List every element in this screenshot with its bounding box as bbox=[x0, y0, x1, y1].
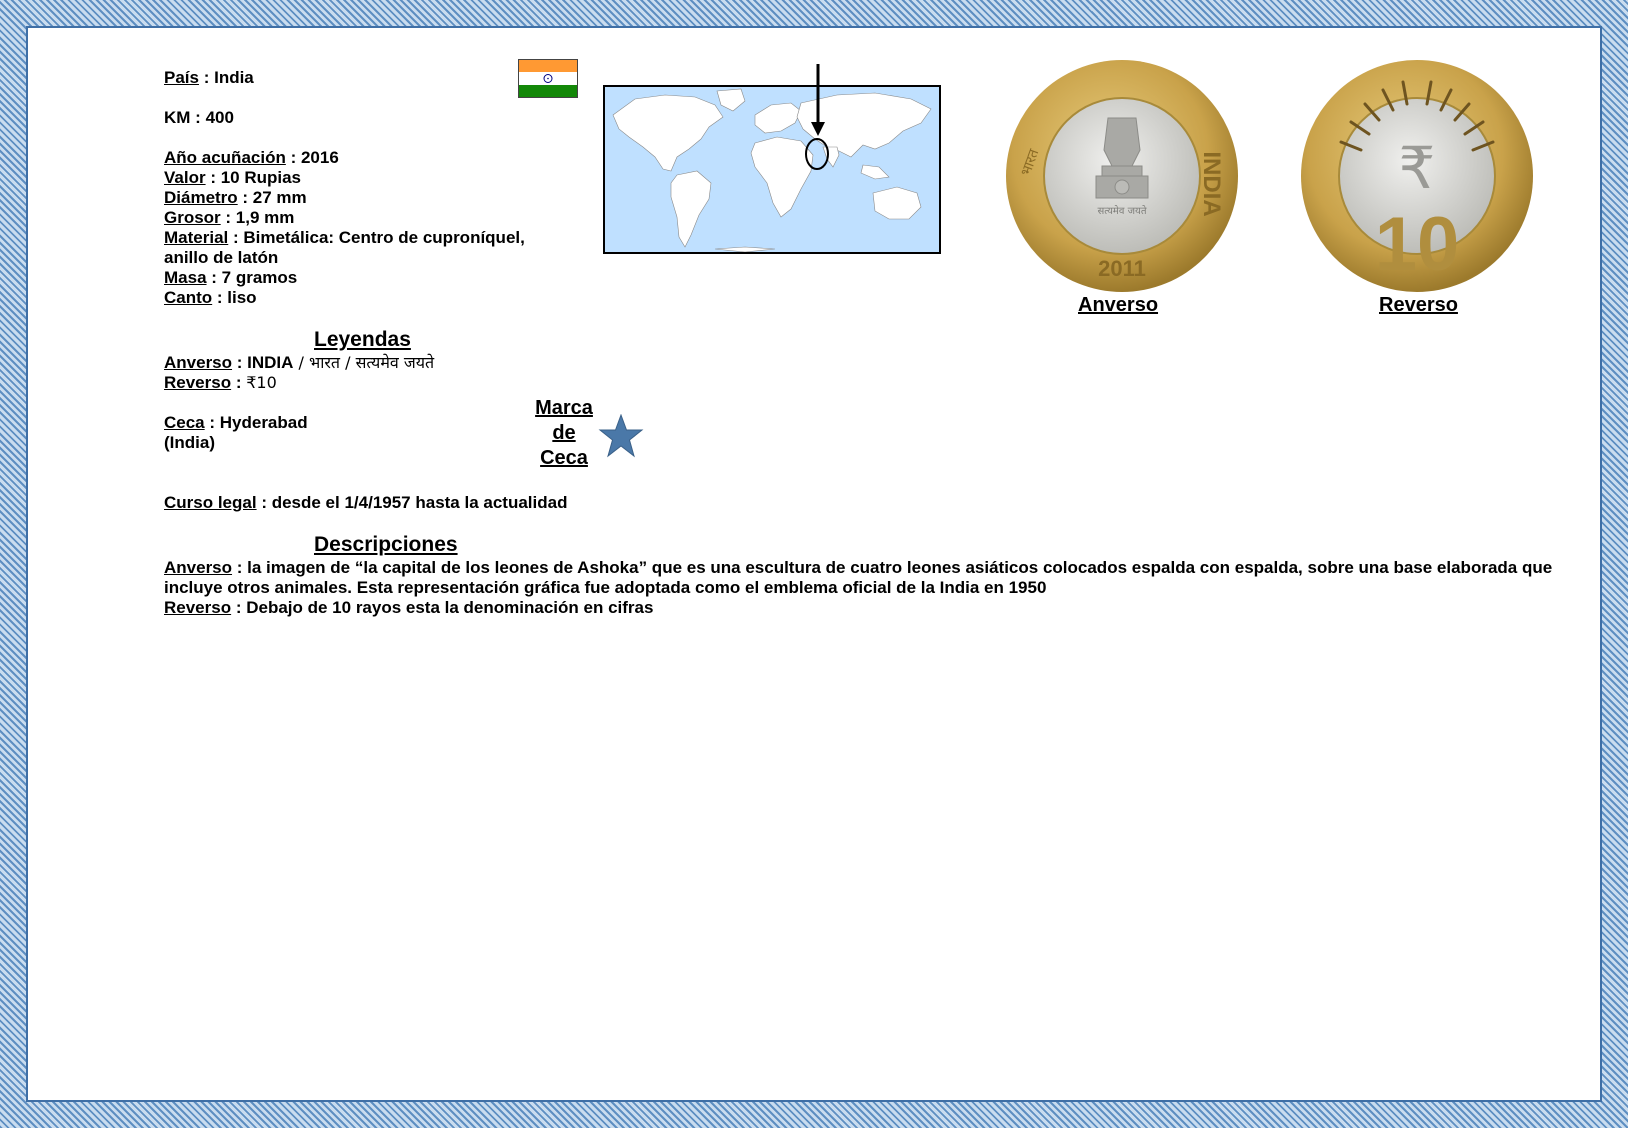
india-flag-icon bbox=[518, 59, 578, 98]
field-ceca: Ceca : Hyderabad bbox=[164, 413, 308, 432]
field-ceca-country: (India) bbox=[164, 433, 215, 452]
coin-reverse-denomination: 10 bbox=[1375, 202, 1460, 287]
field-canto-label: Canto bbox=[164, 288, 213, 307]
field-ano-label: Año acuñación bbox=[164, 148, 286, 167]
field-valor: Valor : 10 Rupias bbox=[164, 168, 302, 187]
leyenda-reverso-label: Reverso bbox=[164, 373, 232, 392]
coin-obverse-india-text: INDIA bbox=[1198, 151, 1225, 216]
field-canto-value: liso bbox=[227, 288, 257, 307]
mint-mark-label-1: Marca bbox=[535, 397, 593, 419]
mint-mark-label: Marca de Ceca bbox=[534, 396, 594, 471]
field-diametro: Diámetro : 27 mm bbox=[164, 188, 307, 207]
descripcion-reverso-value: Debajo de 10 rayos esta la denominación … bbox=[246, 598, 654, 617]
descripcion-reverso-label: Reverso bbox=[164, 598, 232, 617]
field-curso-legal: Curso legal : desde el 1/4/1957 hasta la… bbox=[164, 493, 568, 512]
field-pais-label: País bbox=[164, 68, 199, 87]
field-curso-legal-value: desde el 1/4/1957 hasta la actualidad bbox=[271, 493, 568, 512]
descripcion-reverso: Reverso : Debajo de 10 rayos esta la den… bbox=[164, 598, 654, 617]
field-diametro-label: Diámetro bbox=[164, 188, 238, 207]
field-km-value: 400 bbox=[205, 108, 234, 127]
caption-reverso: Reverso bbox=[1379, 294, 1458, 316]
field-material: Material : Bimetálica: Centro de cuproní… bbox=[164, 228, 525, 247]
world-map bbox=[603, 85, 941, 254]
leyenda-anverso-value: INDIA bbox=[247, 353, 294, 372]
leyenda-anverso: Anverso : INDIA / भारत / सत्यमेव जयते bbox=[164, 353, 435, 372]
field-material-value-1: Bimetálica: Centro de cuproníquel, bbox=[243, 228, 525, 247]
coin-obverse-year: 2011 bbox=[1098, 256, 1146, 281]
coin-reverse-rupee-symbol: ₹ bbox=[1399, 134, 1436, 202]
field-pais: País : India bbox=[164, 68, 254, 87]
field-km-label: KM bbox=[164, 108, 191, 127]
coin-reverse-image: ₹ 10 bbox=[1301, 60, 1533, 292]
descripcion-anverso: Anverso : la imagen de “la capital de lo… bbox=[164, 558, 1553, 597]
coin-obverse-image: सत्यमेव जयते 2011 INDIA भारत bbox=[1006, 60, 1238, 292]
coin-obverse-motto: सत्यमेव जयते bbox=[1097, 205, 1146, 217]
field-km: KM : 400 bbox=[164, 108, 234, 127]
field-masa: Masa : 7 gramos bbox=[164, 268, 298, 287]
field-masa-value: 7 gramos bbox=[221, 268, 298, 287]
world-map-graphic bbox=[612, 88, 932, 253]
field-ceca-value: Hyderabad bbox=[219, 413, 308, 432]
leyenda-reverso-value: ₹10 bbox=[246, 373, 277, 392]
field-grosor-value: 1,9 mm bbox=[235, 208, 295, 227]
field-material-continued: anillo de latón bbox=[164, 248, 279, 267]
field-ano-value: 2016 bbox=[300, 148, 339, 167]
field-grosor-label: Grosor bbox=[164, 208, 221, 227]
caption-anverso: Anverso bbox=[1078, 294, 1159, 316]
leyenda-anverso-devanagari: / भारत / सत्यमेव जयते bbox=[293, 353, 435, 372]
field-valor-label: Valor bbox=[164, 168, 206, 187]
mint-mark-label-3: Ceca bbox=[540, 447, 588, 469]
heading-descripciones: Descripciones bbox=[314, 533, 458, 556]
field-grosor: Grosor : 1,9 mm bbox=[164, 208, 295, 227]
descripcion-anverso-label: Anverso bbox=[164, 558, 233, 577]
field-canto: Canto : liso bbox=[164, 288, 257, 307]
field-ceca-label: Ceca bbox=[164, 413, 205, 432]
field-curso-legal-label: Curso legal bbox=[164, 493, 257, 512]
field-masa-label: Masa bbox=[164, 268, 207, 287]
field-material-label: Material bbox=[164, 228, 229, 247]
descripcion-anverso-value: la imagen de “la capital de los leones d… bbox=[164, 558, 1553, 597]
location-arrow-icon bbox=[811, 64, 825, 136]
field-pais-value: India bbox=[214, 68, 254, 87]
leyenda-reverso: Reverso : ₹10 bbox=[164, 373, 277, 392]
mint-mark-label-2: de bbox=[552, 422, 576, 444]
field-valor-value: 10 Rupias bbox=[220, 168, 302, 187]
leyenda-anverso-label: Anverso bbox=[164, 353, 233, 372]
field-diametro-value: 27 mm bbox=[252, 188, 307, 207]
field-ano: Año acuñación : 2016 bbox=[164, 148, 339, 167]
heading-leyendas: Leyendas bbox=[314, 328, 411, 351]
mint-mark-star-icon bbox=[598, 414, 644, 458]
ashoka-chakra-icon bbox=[543, 74, 553, 84]
